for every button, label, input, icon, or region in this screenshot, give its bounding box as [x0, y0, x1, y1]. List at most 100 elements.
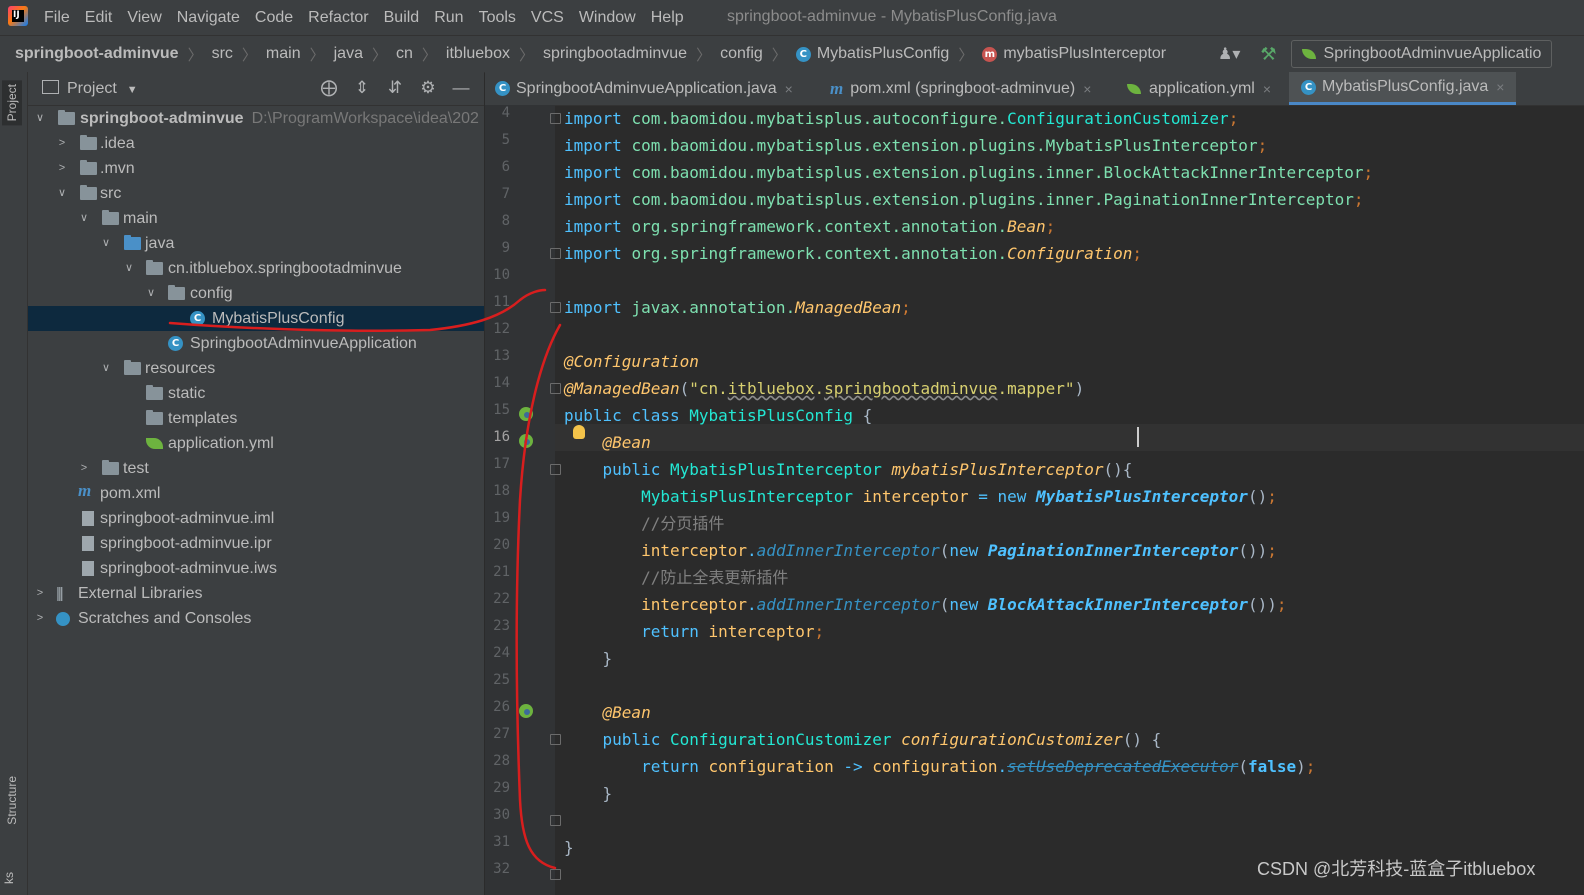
- class-icon: C: [1301, 79, 1316, 95]
- tree-item-package[interactable]: ∨ cn.itbluebox.springbootadminvue: [28, 256, 484, 281]
- tree-item-external-libraries[interactable]: > ||| External Libraries: [28, 581, 484, 606]
- chevron-right-icon[interactable]: >: [56, 156, 68, 181]
- expand-all-icon[interactable]: ⇕: [351, 78, 373, 98]
- tree-item-application-class[interactable]: C SpringbootAdminvueApplication: [28, 331, 484, 356]
- intellij-logo-icon[interactable]: IJ: [8, 6, 28, 26]
- bookmarks-tool-tab[interactable]: ks: [2, 872, 16, 884]
- string-literal-typo: springbootadminvue: [824, 379, 998, 398]
- tree-item-java[interactable]: ∨ java: [28, 231, 484, 256]
- project-view-selector[interactable]: Project ▼: [42, 80, 138, 98]
- fold-icon[interactable]: [550, 302, 561, 313]
- fold-icon[interactable]: [550, 869, 561, 880]
- menu-build[interactable]: Build: [384, 9, 420, 27]
- gear-icon[interactable]: ⚙: [417, 78, 439, 98]
- breadcrumb-java[interactable]: java: [334, 45, 363, 63]
- tree-item-test[interactable]: > test: [28, 456, 484, 481]
- structure-tool-tab[interactable]: Structure: [2, 772, 22, 829]
- brace: {: [853, 406, 873, 425]
- variable: interceptor: [641, 595, 748, 614]
- spring-bean-gutter-icon[interactable]: [519, 434, 533, 448]
- tree-item-main[interactable]: ∨ main: [28, 206, 484, 231]
- tree-item-ipr[interactable]: springboot-adminvue.ipr: [28, 531, 484, 556]
- tab-springboot-application[interactable]: C SpringbootAdminvueApplication.java ×: [495, 72, 793, 105]
- close-icon[interactable]: ×: [1263, 81, 1271, 97]
- run-configuration-select[interactable]: SpringbootAdminvueApplicatio: [1290, 40, 1553, 68]
- breadcrumb-src[interactable]: src: [212, 45, 233, 63]
- chevron-down-icon[interactable]: ∨: [56, 181, 68, 206]
- chevron-right-icon[interactable]: >: [56, 131, 68, 156]
- tree-item-static[interactable]: static: [28, 381, 484, 406]
- tree-label: static: [168, 385, 206, 402]
- tab-pom[interactable]: m pom.xml (springboot-adminvue) ×: [830, 72, 1091, 105]
- spring-bean-gutter-icon[interactable]: [519, 704, 533, 718]
- menu-refactor[interactable]: Refactor: [308, 9, 368, 27]
- tree-item-pom[interactable]: m pom.xml: [28, 481, 484, 506]
- fold-icon[interactable]: [550, 734, 561, 745]
- menu-window[interactable]: Window: [579, 9, 636, 27]
- fold-icon[interactable]: [550, 815, 561, 826]
- chevron-down-icon[interactable]: ∨: [100, 231, 112, 256]
- user-icon[interactable]: ♟▾: [1218, 44, 1240, 64]
- hammer-icon[interactable]: ⚒: [1260, 44, 1276, 65]
- tree-item-mybatisplusconfig[interactable]: C MybatisPlusConfig: [28, 306, 484, 331]
- annotation-type: Bean: [1007, 217, 1046, 236]
- tree-item-application-yml[interactable]: application.yml: [28, 431, 484, 456]
- breadcrumb-config[interactable]: config: [720, 45, 763, 63]
- menu-run[interactable]: Run: [434, 9, 463, 27]
- menu-edit[interactable]: Edit: [85, 9, 113, 27]
- tree-item-idea[interactable]: > .idea: [28, 131, 484, 156]
- code-editor[interactable]: C SpringbootAdminvueApplication.java × m…: [485, 72, 1584, 895]
- close-icon[interactable]: ×: [1496, 79, 1504, 95]
- chevron-down-icon[interactable]: ∨: [34, 106, 46, 131]
- menu-vcs[interactable]: VCS: [531, 9, 564, 27]
- spring-bean-gutter-icon[interactable]: [519, 407, 533, 421]
- chevron-down-icon[interactable]: ∨: [78, 206, 90, 231]
- close-icon[interactable]: ×: [1083, 81, 1091, 97]
- chevron-down-icon[interactable]: ∨: [100, 356, 112, 381]
- locate-icon[interactable]: ⨁: [318, 78, 340, 98]
- tree-item-project-root[interactable]: ∨ springboot-adminvue D:\ProgramWorkspace…: [28, 106, 484, 131]
- tree-item-resources[interactable]: ∨ resources: [28, 356, 484, 381]
- breadcrumb-method[interactable]: mybatisPlusInterceptor: [1003, 45, 1166, 63]
- breadcrumb-project[interactable]: springboot-adminvue: [15, 45, 179, 63]
- tree-item-scratches[interactable]: > Scratches and Consoles: [28, 606, 484, 631]
- breadcrumb-itbluebox[interactable]: itbluebox: [446, 45, 510, 63]
- code-line-14: @ManagedBean("cn.itbluebox.springbootadm…: [564, 375, 1084, 402]
- menu-navigate[interactable]: Navigate: [177, 9, 240, 27]
- tree-item-src[interactable]: ∨ src: [28, 181, 484, 206]
- tree-item-config[interactable]: ∨ config: [28, 281, 484, 306]
- fold-icon[interactable]: [550, 464, 561, 475]
- breadcrumb-springbootadminvue[interactable]: springbootadminvue: [543, 45, 687, 63]
- tree-item-templates[interactable]: templates: [28, 406, 484, 431]
- menu-code[interactable]: Code: [255, 9, 293, 27]
- menu-file[interactable]: File: [44, 9, 70, 27]
- chevron-right-icon[interactable]: >: [78, 456, 90, 481]
- hide-icon[interactable]: —: [450, 78, 472, 98]
- breadcrumb-class[interactable]: MybatisPlusConfig: [817, 45, 950, 63]
- collapse-all-icon[interactable]: ⇵: [384, 78, 406, 98]
- tab-label: SpringbootAdminvueApplication.java: [516, 79, 777, 97]
- chevron-down-icon[interactable]: ∨: [145, 281, 157, 306]
- tree-item-iws[interactable]: springboot-adminvue.iws: [28, 556, 484, 581]
- chevron-down-icon[interactable]: ∨: [123, 256, 135, 281]
- variable: interceptor: [862, 487, 979, 506]
- menu-tools[interactable]: Tools: [479, 9, 516, 27]
- tree-item-iml[interactable]: springboot-adminvue.iml: [28, 506, 484, 531]
- fold-icon[interactable]: [550, 113, 561, 124]
- fold-icon[interactable]: [550, 383, 561, 394]
- line-number: 11: [493, 294, 510, 310]
- tree-item-mvn[interactable]: > .mvn: [28, 156, 484, 181]
- fold-icon[interactable]: [550, 248, 561, 259]
- tree-label: Scratches and Consoles: [78, 610, 252, 627]
- project-tool-tab[interactable]: Project: [2, 80, 22, 126]
- chevron-right-icon[interactable]: >: [34, 606, 46, 631]
- chevron-right-icon[interactable]: >: [34, 581, 46, 606]
- tab-mybatisplusconfig[interactable]: C MybatisPlusConfig.java ×: [1289, 72, 1517, 105]
- code-line-15: public class MybatisPlusConfig {: [564, 402, 872, 429]
- menu-help[interactable]: Help: [651, 9, 684, 27]
- close-icon[interactable]: ×: [785, 81, 793, 97]
- breadcrumb-cn[interactable]: cn: [396, 45, 413, 63]
- menu-view[interactable]: View: [127, 9, 161, 27]
- breadcrumb-main[interactable]: main: [266, 45, 301, 63]
- tab-application-yml[interactable]: application.yml ×: [1127, 72, 1271, 105]
